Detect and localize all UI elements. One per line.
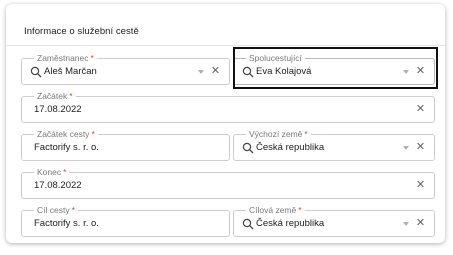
destination-country-select[interactable]: Cílová země * Česká republika ✕ (233, 205, 435, 237)
close-icon[interactable]: ✕ (415, 218, 426, 229)
trip-start-value: Factorify s. r. o. (34, 142, 99, 153)
companions-label: Spolucestující (246, 53, 305, 63)
caret-down-icon[interactable] (403, 70, 409, 74)
caret-down-icon[interactable] (403, 146, 409, 150)
companions-value: Eva Kolajová (256, 66, 312, 77)
caret-down-icon[interactable] (198, 70, 204, 74)
divider (6, 45, 445, 46)
card-title: Informace o služební cestě (24, 26, 139, 37)
search-icon (242, 218, 254, 230)
close-icon[interactable]: ✕ (210, 66, 221, 77)
close-icon[interactable]: ✕ (415, 180, 426, 191)
employee-value: Aleš Marčan (44, 66, 97, 77)
search-icon (242, 66, 254, 78)
end-date-value: 17.08.2022 (34, 180, 82, 191)
end-date-field[interactable]: Konec * 17.08.2022 ✕ (21, 167, 435, 199)
end-date-label: Konec * (34, 167, 70, 177)
origin-country-select[interactable]: Výchozí země * Česká republika ✕ (233, 129, 435, 161)
search-icon (242, 142, 254, 154)
start-date-value: 17.08.2022 (34, 104, 82, 115)
destination-label: Cíl cesty * (34, 205, 78, 215)
close-icon[interactable]: ✕ (415, 104, 426, 115)
companions-select[interactable]: Spolucestující Eva Kolajová ✕ (233, 53, 435, 85)
trip-info-card: Informace o služební cestě Zaměstnanec * … (6, 4, 445, 243)
start-date-label: Začátek * (34, 91, 76, 101)
employee-label: Zaměstnanec * (34, 53, 97, 63)
destination-country-value: Česká republika (256, 218, 325, 229)
caret-down-icon[interactable] (403, 222, 409, 226)
origin-country-label: Výchozí země * (246, 129, 311, 139)
destination-value: Factorify s. r. o. (34, 218, 99, 229)
start-date-field[interactable]: Začátek * 17.08.2022 ✕ (21, 91, 435, 123)
trip-start-field[interactable]: Začátek cesty * Factorify s. r. o. (21, 129, 230, 161)
trip-start-label: Začátek cesty * (34, 129, 98, 139)
close-icon[interactable]: ✕ (415, 66, 426, 77)
close-icon[interactable]: ✕ (415, 142, 426, 153)
destination-country-label: Cílová země * (246, 205, 305, 215)
origin-country-value: Česká republika (256, 142, 325, 153)
destination-field[interactable]: Cíl cesty * Factorify s. r. o. (21, 205, 230, 237)
employee-select[interactable]: Zaměstnanec * Aleš Marčan ✕ (21, 53, 230, 85)
search-icon (30, 66, 42, 78)
